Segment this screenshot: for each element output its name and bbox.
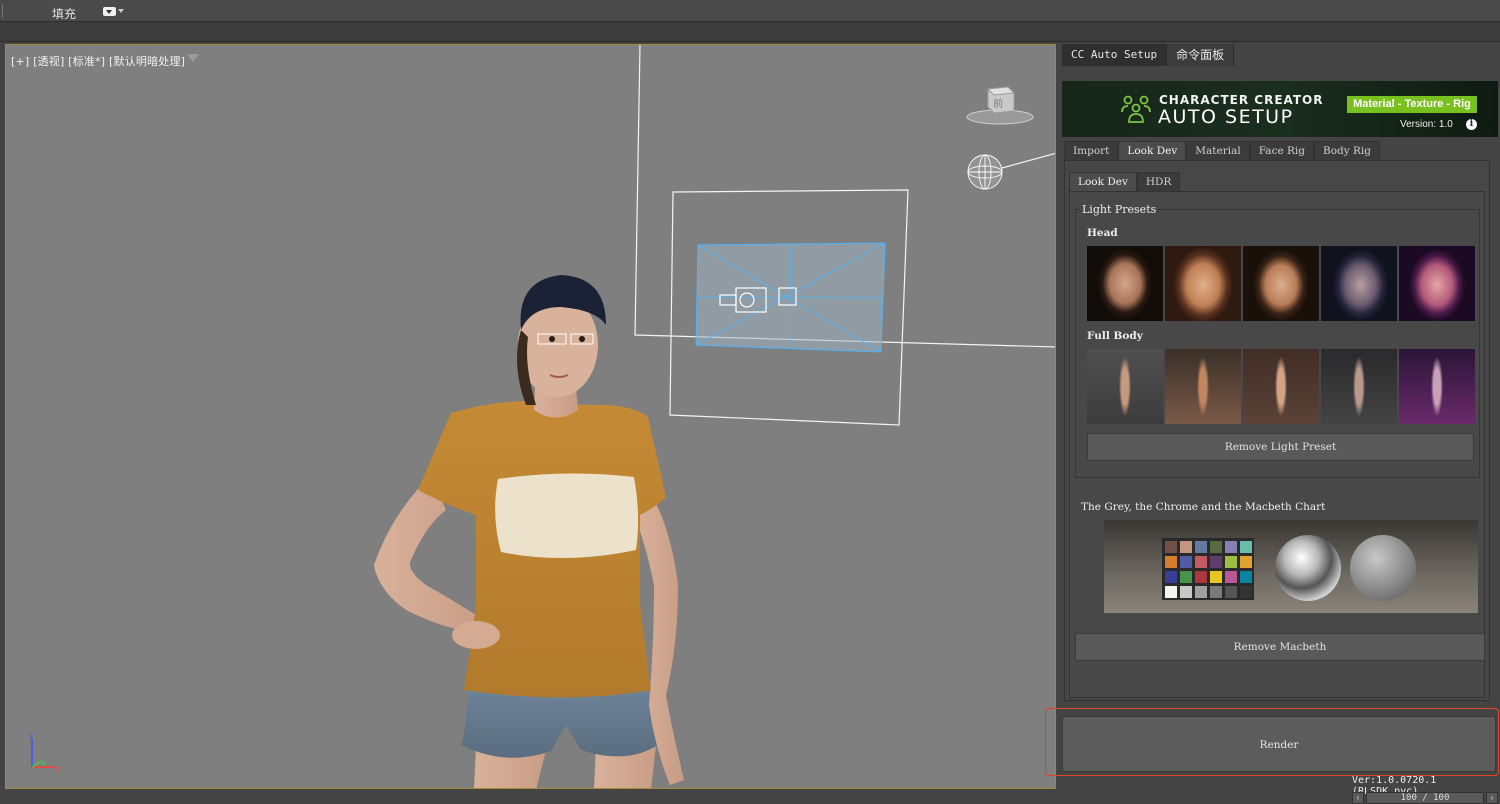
panel-tabs: CC Auto Setup 命令面板 <box>1062 44 1235 66</box>
viewport-label[interactable]: [+] [透视] [标准*] [默认明暗处理] <box>11 53 185 69</box>
head-preset-5[interactable] <box>1399 246 1475 321</box>
viewport-3d[interactable]: [+] [透视] [标准*] [默认明暗处理] 前 z x y <box>5 44 1056 789</box>
character-creator-logo-icon <box>1121 95 1151 123</box>
full-body-preset-2[interactable] <box>1165 349 1241 424</box>
head-preset-3[interactable] <box>1243 246 1319 321</box>
banner-title-line1: CHARACTER CREATOR <box>1159 93 1324 107</box>
head-label: Head <box>1087 227 1118 239</box>
axis-gizmo-icon: z x y <box>29 733 60 773</box>
right-panel: CC Auto Setup 命令面板 CHARACTER CREATOR AUT… <box>1058 44 1500 802</box>
svg-text:前: 前 <box>993 97 1003 110</box>
svg-text:y: y <box>42 758 47 767</box>
head-preset-4[interactable] <box>1321 246 1397 321</box>
banner-version: Version: 1.0 <box>1400 119 1453 130</box>
viewcube-icon[interactable]: 前 <box>966 83 1034 127</box>
auto-setup-banner: CHARACTER CREATOR AUTO SETUP Material - … <box>1062 81 1498 137</box>
chevron-down-icon <box>118 9 124 13</box>
head-preset-2[interactable] <box>1165 246 1241 321</box>
secondary-toolbar <box>0 22 1500 42</box>
full-body-label: Full Body <box>1087 330 1143 342</box>
full-body-preset-3[interactable] <box>1243 349 1319 424</box>
tab-look-dev[interactable]: Look Dev <box>1118 141 1187 160</box>
camera-frustum[interactable] <box>695 242 886 353</box>
character-model[interactable] <box>374 275 684 789</box>
look-dev-tab-body: Look Dev HDR Light Presets Head Full Bod… <box>1064 160 1490 701</box>
tab-body-rig[interactable]: Body Rig <box>1314 141 1381 160</box>
main-tabs: Import Look Dev Material Face Rig Body R… <box>1064 141 1381 160</box>
remove-light-preset-button[interactable]: Remove Light Preset <box>1087 433 1474 461</box>
tab-face-rig[interactable]: Face Rig <box>1249 141 1314 160</box>
info-icon[interactable]: i <box>1466 119 1477 130</box>
light-presets-title: Light Presets <box>1080 203 1159 216</box>
light-sphere-icon[interactable] <box>967 154 1003 190</box>
subtab-look-dev[interactable]: Look Dev <box>1069 172 1137 191</box>
look-dev-subtab-body: Light Presets Head Full Body Remove Ligh… <box>1069 191 1485 698</box>
full-body-presets-row <box>1087 349 1475 424</box>
macbeth-chart-image[interactable] <box>1104 520 1478 613</box>
tab-material[interactable]: Material <box>1186 141 1250 160</box>
prev-arrow-icon[interactable]: ‹ <box>1352 792 1364 804</box>
full-body-preset-4[interactable] <box>1321 349 1397 424</box>
head-presets-row <box>1087 246 1475 321</box>
svg-text:x: x <box>55 764 60 773</box>
full-body-preset-5[interactable] <box>1399 349 1475 424</box>
sub-tabs: Look Dev HDR <box>1069 172 1181 191</box>
fill-dropdown[interactable] <box>103 5 127 17</box>
pager-value[interactable]: 100 / 100 <box>1366 792 1484 804</box>
render-highlight <box>1045 708 1499 776</box>
filter-icon[interactable] <box>187 54 199 62</box>
tab-import[interactable]: Import <box>1064 141 1119 160</box>
scene-drawing <box>374 45 1055 789</box>
light-presets-group: Light Presets Head Full Body Remove Ligh… <box>1075 203 1480 478</box>
pager: ‹ 100 / 100 › <box>1352 792 1498 804</box>
fill-label: 填充 <box>52 7 77 21</box>
toolbar-divider <box>0 4 3 18</box>
macbeth-render <box>1162 535 1416 601</box>
subtab-hdr[interactable]: HDR <box>1136 172 1181 191</box>
head-preset-1[interactable] <box>1087 246 1163 321</box>
banner-title-line2: AUTO SETUP <box>1158 106 1294 128</box>
macbeth-chart-label: The Grey, the Chrome and the Macbeth Cha… <box>1081 501 1326 513</box>
tab-cc-auto-setup[interactable]: CC Auto Setup <box>1062 44 1168 66</box>
svg-text:z: z <box>29 733 33 741</box>
top-toolbar: 填充 <box>0 0 1500 22</box>
dropdown-icon <box>103 6 116 16</box>
tab-command-panel[interactable]: 命令面板 <box>1167 44 1235 66</box>
full-body-preset-1[interactable] <box>1087 349 1163 424</box>
next-arrow-icon[interactable]: › <box>1486 792 1498 804</box>
remove-macbeth-button[interactable]: Remove Macbeth <box>1075 633 1485 661</box>
banner-badge: Material - Texture - Rig <box>1347 96 1477 113</box>
